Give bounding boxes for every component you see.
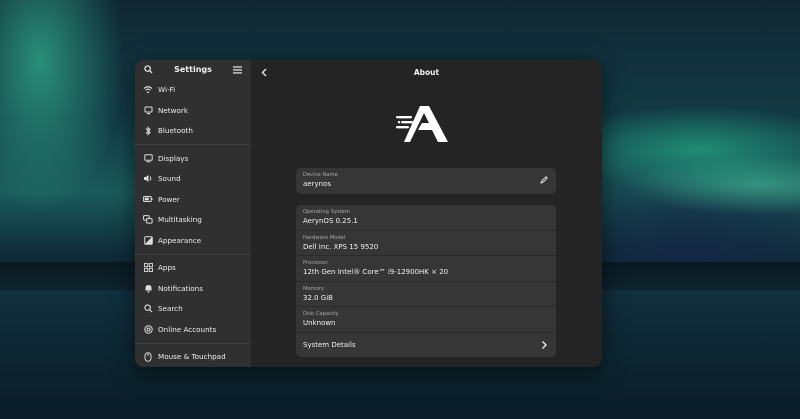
device-name-row[interactable]: Device Name aerynos [296,168,556,194]
sidebar-item-power[interactable]: Power [135,189,251,210]
sidebar-item-label: Online Accounts [158,324,217,334]
menu-button[interactable] [231,63,245,77]
system-details-row[interactable]: System Details [296,333,556,357]
sidebar-item-wifi[interactable]: Wi-Fi [135,80,251,101]
sidebar-item-label: Search [158,304,183,314]
info-label: Memory [303,285,325,292]
sidebar-item-bluetooth[interactable]: Bluetooth [135,121,251,142]
chevron-left-icon [261,68,267,76]
bell-icon [143,283,153,293]
sidebar-item-label: Apps [158,263,176,273]
sidebar-list: Wi-Fi Network Bluetooth Displays Sound P… [135,80,251,368]
wifi-icon [143,85,153,95]
hamburger-icon [233,66,243,74]
sound-icon [143,174,153,184]
sidebar-item-label: Sound [158,174,181,184]
info-row-processor: Processor 12th Gen Intel® Core™ i9-12900… [296,256,556,282]
header-bar: About [251,60,602,84]
sidebar-item-search[interactable]: Search [135,299,251,320]
about-panel: About Device Name aerynos Operating Syst… [251,60,602,367]
sidebar-item-displays[interactable]: Displays [135,148,251,169]
sidebar-item-online-accounts[interactable]: Online Accounts [135,319,251,340]
info-value: 12th Gen Intel® Core™ i9-12900HK × 20 [303,268,449,276]
mouse-icon [143,351,153,362]
sidebar-item-sound[interactable]: Sound [135,169,251,190]
info-row-hardware: Hardware Model Dell Inc. XPS 15 9520 [296,231,556,256]
info-label: Hardware Model [303,234,346,241]
info-row-os: Operating System AerynOS 0.25.1 [296,205,556,231]
info-row-disk: Disk Capacity Unknown [296,307,556,333]
sidebar-separator [135,253,251,255]
search-icon [143,304,153,314]
sidebar: Settings Wi-Fi Network Bluetooth Display… [135,60,251,367]
sidebar-item-label: Notifications [158,283,203,293]
at-icon [143,324,153,334]
sidebar-item-appearance[interactable]: Appearance [135,230,251,251]
sidebar-separator [135,144,251,145]
display-icon [143,153,153,163]
sidebar-item-label: Network [158,105,189,115]
sidebar-item-label: Multitasking [158,215,202,225]
device-name-value: aerynos [303,180,331,188]
back-button[interactable] [257,65,271,79]
sidebar-item-multitasking[interactable]: Multitasking [135,210,251,231]
info-label: Disk Capacity [303,311,339,317]
pencil-icon[interactable] [539,175,549,185]
search-icon [143,65,153,74]
page-title: About [413,67,440,77]
info-value: AerynOS 0.25.1 [303,217,358,225]
sidebar-header: Settings [135,60,251,80]
sidebar-item-network[interactable]: Network [135,100,251,121]
sidebar-item-label: Power [158,194,180,204]
device-name-card: Device Name aerynos [296,168,556,194]
network-icon [143,105,153,115]
sidebar-item-apps[interactable]: Apps [135,258,251,279]
system-info-card: Operating System AerynOS 0.25.1 Hardware… [296,205,556,357]
chevron-right-icon [542,340,547,349]
info-value: 32.0 GiB [303,293,333,302]
sidebar-item-label: Bluetooth [158,126,193,136]
sidebar-item-label: Mouse & Touchpad [158,352,226,362]
info-value: Dell Inc. XPS 15 9520 [303,242,379,251]
device-name-label: Device Name [303,172,338,178]
info-label: Operating System [303,209,350,215]
sidebar-title: Settings [174,65,212,75]
system-details-label: System Details [303,340,356,349]
bluetooth-icon [143,126,153,136]
power-icon [143,194,153,204]
multitasking-icon [143,215,153,225]
info-label: Processor [303,260,328,266]
sidebar-item-label: Displays [158,153,189,163]
appearance-icon [143,235,153,245]
search-button[interactable] [141,63,155,77]
sidebar-item-notifications[interactable]: Notifications [135,278,251,299]
sidebar-item-mouse-touchpad[interactable]: Mouse & Touchpad [135,347,251,368]
info-value: Unknown [303,319,336,327]
sidebar-item-label: Wi-Fi [158,85,176,95]
sidebar-separator [135,342,251,344]
distro-logo [396,106,448,142]
sidebar-item-label: Appearance [158,235,202,245]
apps-icon [143,263,153,273]
info-row-memory: Memory 32.0 GiB [296,282,556,307]
settings-window: Settings Wi-Fi Network Bluetooth Display… [135,60,602,367]
